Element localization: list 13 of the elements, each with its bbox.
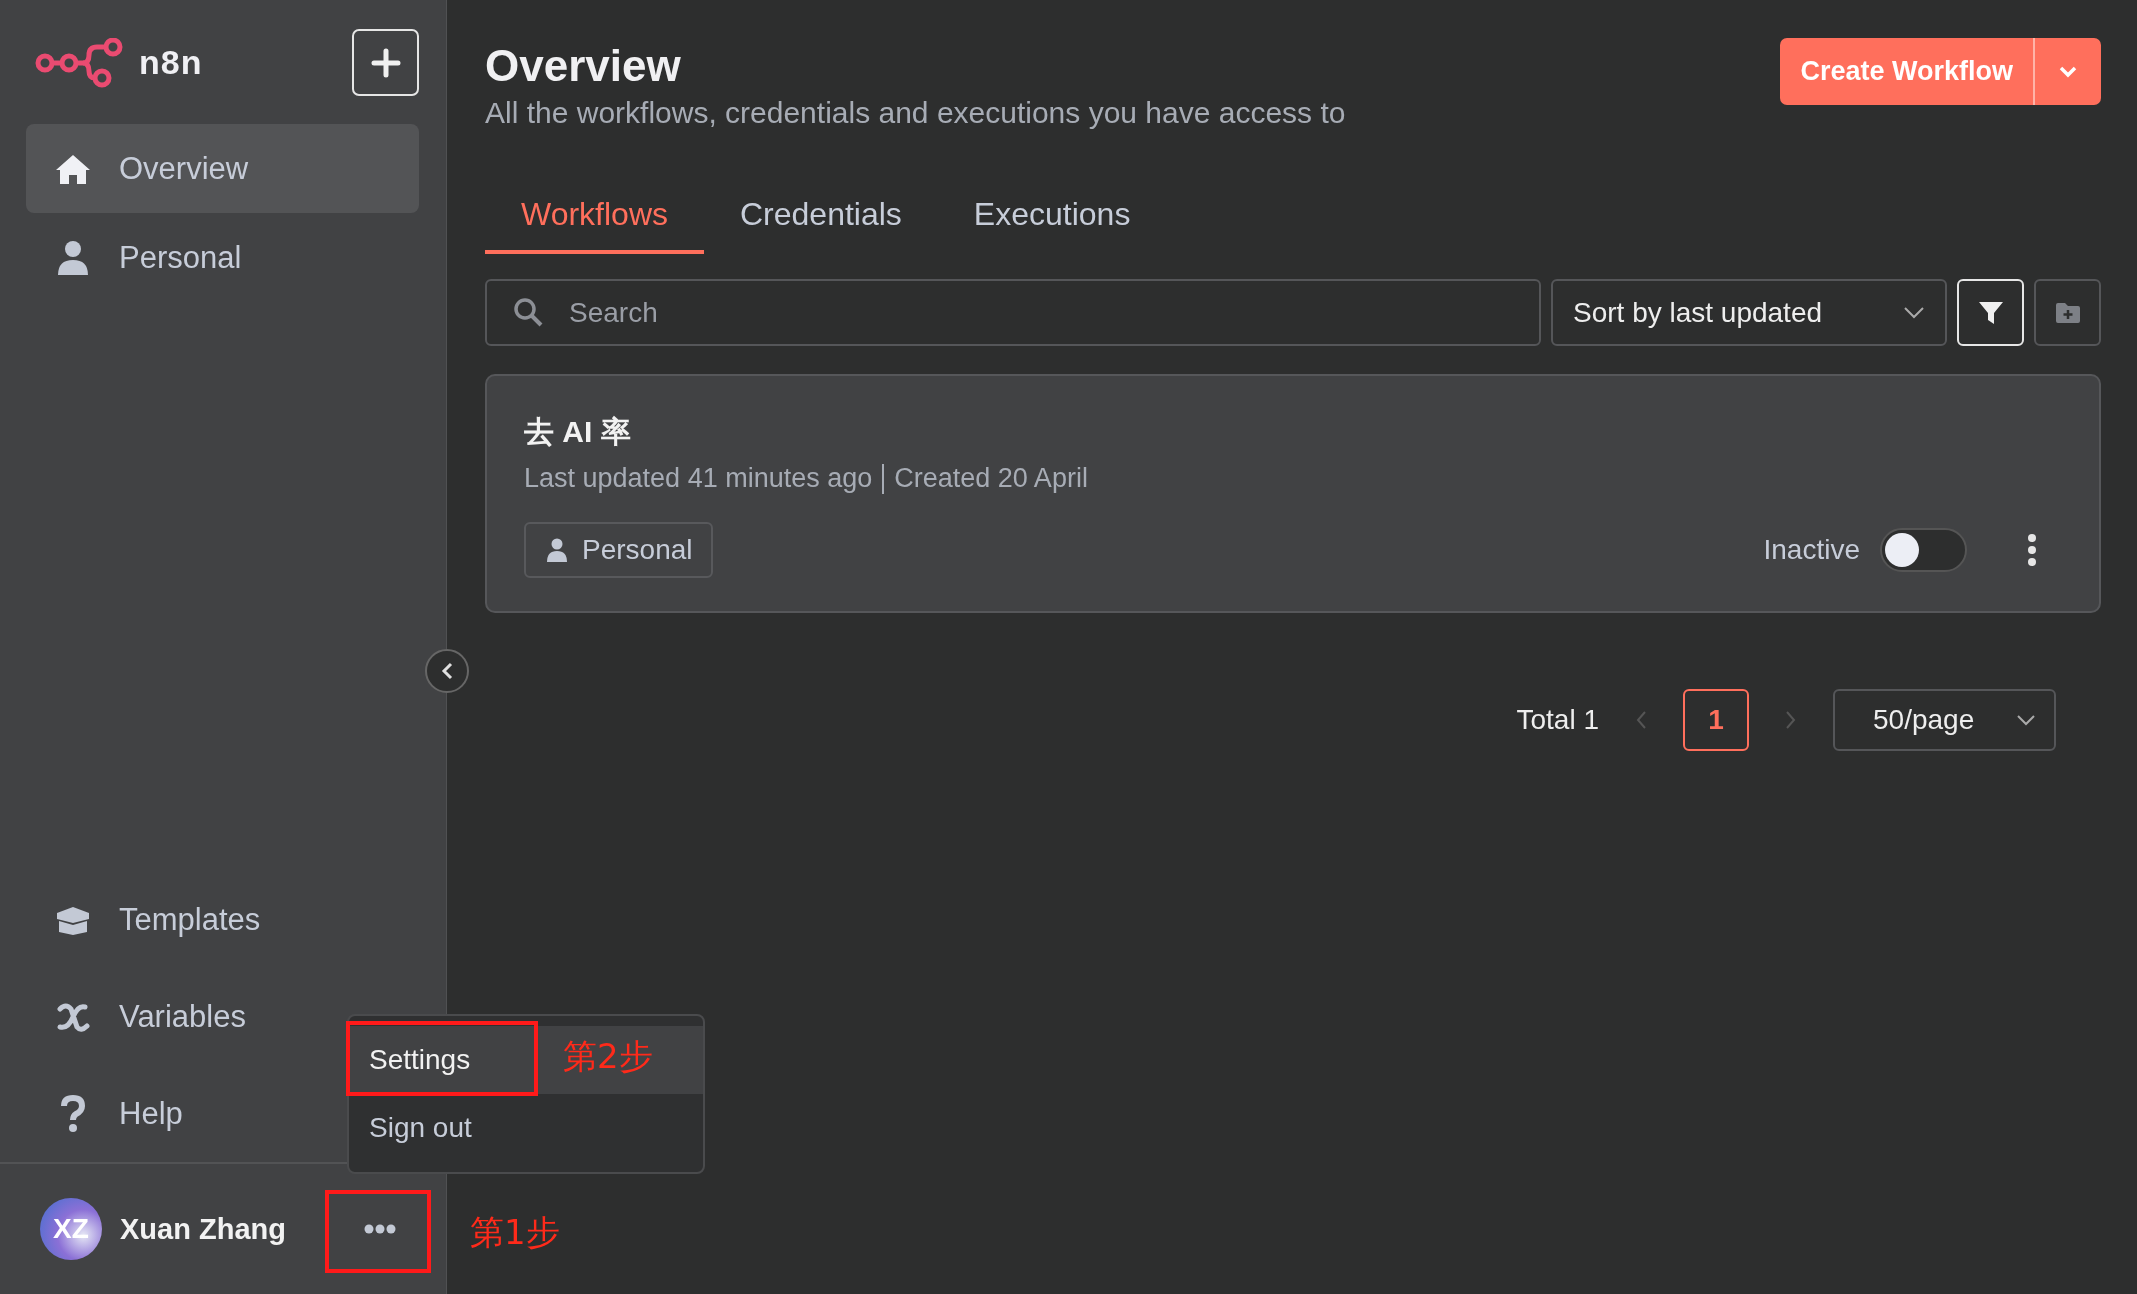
user-name: Xuan Zhang	[120, 1212, 286, 1246]
logo-text: n8n	[139, 43, 203, 82]
workflow-name: 去 AI 率	[524, 414, 632, 450]
project-badge: Personal	[524, 522, 713, 578]
status-label: Inactive	[1763, 534, 1860, 566]
annotation-text: 第1步	[470, 1211, 560, 1254]
created-text: Created 20 April	[894, 463, 1088, 494]
total-count: Total 1	[1516, 704, 1599, 736]
annotation-text: 第2步	[563, 1035, 653, 1078]
updated-text: Last updated 41 minutes ago	[524, 463, 873, 494]
avatar: XZ	[40, 1198, 102, 1260]
page-subtitle: All the workflows, credentials and executions you have access to	[485, 96, 1346, 130]
page-title: Overview	[485, 40, 682, 92]
